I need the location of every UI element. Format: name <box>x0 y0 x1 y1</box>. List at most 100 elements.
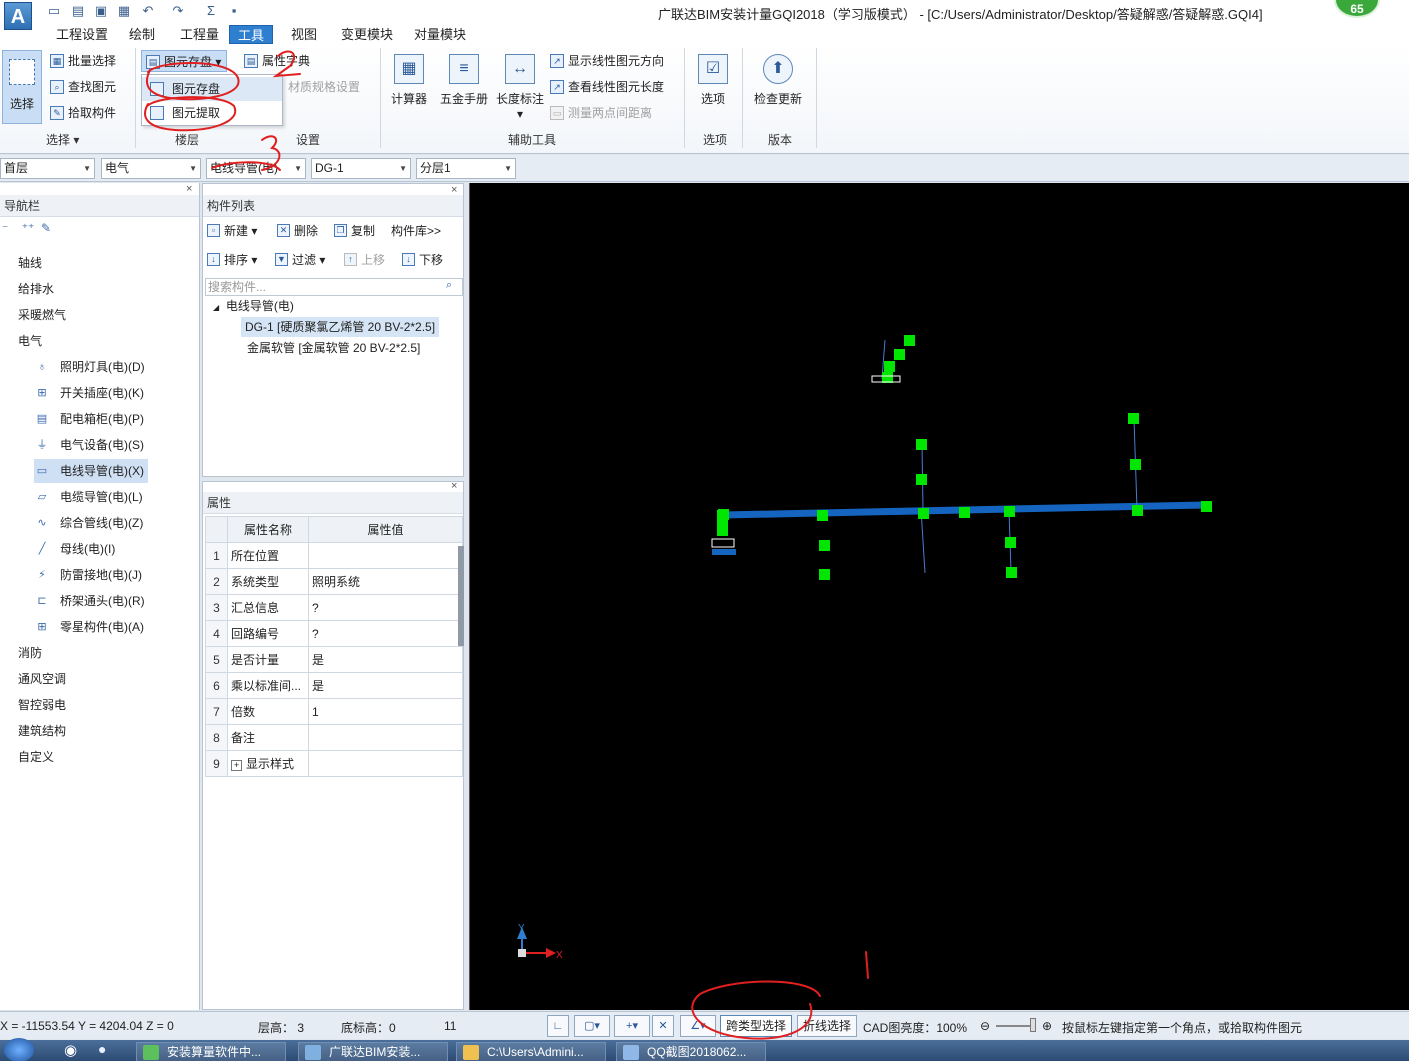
move-up-button[interactable]: ↑ 上移 <box>343 249 385 271</box>
measure-distance-button[interactable]: ▭ 测量两点间距离 <box>548 102 652 124</box>
component-type-select[interactable]: 电线导管(电) ▼ <box>206 158 306 179</box>
nav-item[interactable]: ⊞ 零星构件(电)(A) <box>34 615 148 639</box>
nav-item[interactable]: ╱ 母线(电)(I) <box>34 537 119 561</box>
scrollbar[interactable] <box>458 546 464 646</box>
copy-component-button[interactable]: ❐ 复制 <box>333 220 375 242</box>
nav-category[interactable]: 消防 <box>18 641 42 665</box>
drawing-canvas[interactable]: Y X <box>469 183 1409 1010</box>
sum-icon[interactable]: Σ <box>203 3 219 19</box>
save-as-icon[interactable]: ▣ <box>93 3 109 19</box>
property-row[interactable]: 6 乘以标准间... 是 <box>205 672 463 699</box>
nav-item[interactable]: ∿ 综合管线(电)(Z) <box>34 511 147 535</box>
grip-point[interactable] <box>882 372 893 383</box>
calculator-button[interactable]: ▦ 计算器 <box>388 54 430 107</box>
property-value[interactable]: 1 <box>308 698 463 725</box>
object-snap-icon[interactable]: +▾ <box>614 1015 650 1037</box>
batch-select-button[interactable]: ▦ 批量选择 <box>48 50 116 72</box>
app-logo[interactable]: A <box>4 2 32 30</box>
grip-point[interactable] <box>717 510 728 536</box>
nav-item[interactable]: ⊏ 桥架通头(电)(R) <box>34 589 149 613</box>
property-row[interactable]: 1 所在位置 <box>205 542 463 569</box>
component-select[interactable]: DG-1 ▼ <box>311 158 411 179</box>
grip-point[interactable] <box>959 507 970 518</box>
redo-icon[interactable]: ↷ <box>170 3 186 19</box>
options-button[interactable]: ☑ 选项 <box>692 54 734 107</box>
find-element-button[interactable]: ⌕ 查找图元 <box>48 76 116 98</box>
property-row[interactable]: 2 系统类型 照明系统 <box>205 568 463 595</box>
property-value[interactable]: ? <box>308 594 463 621</box>
nav-category[interactable]: 轴线 <box>18 251 42 275</box>
nav-category[interactable]: 采暖燃气 <box>18 303 66 327</box>
grip-point[interactable] <box>916 439 927 450</box>
save-icon[interactable]: ▪ <box>226 3 242 19</box>
close-icon[interactable]: × <box>186 183 192 195</box>
property-value[interactable]: ? <box>308 620 463 647</box>
grip-point[interactable] <box>884 361 895 372</box>
property-row[interactable]: 4 回路编号? <box>205 620 463 647</box>
grip-point[interactable] <box>817 510 828 521</box>
start-button[interactable] <box>4 1038 34 1061</box>
property-value[interactable]: 是 <box>308 646 463 673</box>
slider-handle[interactable] <box>1030 1018 1036 1032</box>
grip-point[interactable] <box>1132 505 1143 516</box>
cross-type-select-button[interactable]: 跨类型选择 <box>720 1015 793 1037</box>
taskbar-app[interactable]: 安装算量软件中... <box>136 1042 286 1061</box>
bim-icon[interactable]: ▦ <box>116 3 132 19</box>
angle-icon[interactable]: ∠▾ <box>680 1015 716 1037</box>
chat-icon[interactable]: ● <box>98 1041 106 1057</box>
minus-icon[interactable]: ⊖ <box>980 1019 990 1033</box>
snap-icon[interactable]: ▢▾ <box>574 1015 610 1037</box>
sublayer-select[interactable]: 分层1 ▼ <box>416 158 516 179</box>
nav-category[interactable]: 建筑结构 <box>18 719 66 743</box>
grip-point[interactable] <box>1130 459 1141 470</box>
new-component-button[interactable]: ▫ 新建 ▾ <box>206 220 257 242</box>
property-value[interactable] <box>308 724 463 751</box>
nav-item[interactable]: ▱ 电缆导管(电)(L) <box>34 485 147 509</box>
expand-all-icon[interactable]: ⁺⁺ <box>22 221 35 235</box>
hardware-manual-button[interactable]: ≡ 五金手册 <box>438 54 490 107</box>
view-line-length-button[interactable]: ↗ 查看线性图元长度 <box>548 76 664 98</box>
nav-item[interactable]: ▤ 配电箱柜(电)(P) <box>34 407 148 431</box>
grip-point[interactable] <box>894 349 905 360</box>
length-dimension-button[interactable]: ↔ 长度标注 ▾ <box>494 54 546 121</box>
tab-quantities[interactable]: 工程量 <box>172 25 227 44</box>
open-icon[interactable]: ▤ <box>70 3 86 19</box>
grip-point[interactable] <box>904 335 915 346</box>
nav-item[interactable]: ⚡ 防雷接地(电)(J) <box>34 563 146 587</box>
score-badge[interactable]: 65 <box>1334 0 1380 18</box>
nav-item[interactable]: ♁ 照明灯具(电)(D) <box>34 355 149 379</box>
move-down-button[interactable]: ↓ 下移 <box>401 249 443 271</box>
taskbar-app[interactable]: C:\Users\Admini... <box>456 1042 606 1061</box>
component-search-input[interactable]: 搜索构件... <box>205 278 463 296</box>
search-icon[interactable]: ⌕ <box>446 279 452 292</box>
tab-project-settings[interactable]: 工程设置 <box>48 25 116 44</box>
undo-icon[interactable]: ↶ <box>140 3 156 19</box>
property-row[interactable]: 9 + 显示样式 <box>205 750 463 777</box>
tab-view[interactable]: 视图 <box>283 25 325 44</box>
collapse-triangle-icon[interactable]: ◢ <box>213 303 219 312</box>
expand-icon[interactable]: + <box>231 760 242 771</box>
canvas-drawing[interactable]: Y X <box>470 183 1409 1010</box>
plus-icon[interactable]: ⊕ <box>1042 1019 1052 1033</box>
grip-point[interactable] <box>1004 506 1015 517</box>
nav-category[interactable]: 电气 <box>18 329 42 353</box>
discipline-select[interactable]: 电气 ▼ <box>101 158 201 179</box>
property-row[interactable]: 5 是否计量是 <box>205 646 463 673</box>
tab-compare-module[interactable]: 对量模块 <box>406 25 474 44</box>
component-item[interactable]: DG-1 [硬质聚氯乙烯管 20 BV-2*2.5] <box>241 317 440 337</box>
nav-category[interactable]: 通风空调 <box>18 667 66 691</box>
tree-root[interactable]: ◢ 电线导管(电) <box>213 296 294 316</box>
property-value[interactable] <box>308 542 463 569</box>
select-group-label[interactable]: 选择 ▾ <box>46 131 79 148</box>
property-value[interactable]: 是 <box>308 672 463 699</box>
connector-marker[interactable] <box>712 549 736 555</box>
new-file-icon[interactable]: ▭ <box>46 3 62 19</box>
grip-point[interactable] <box>819 540 830 551</box>
cross-icon[interactable]: ✕ <box>652 1015 674 1037</box>
select-button[interactable]: 选择 <box>2 50 42 124</box>
check-update-button[interactable]: ⬆ 检查更新 <box>750 54 806 107</box>
component-item[interactable]: 金属软管 [金属软管 20 BV-2*2.5] <box>247 338 420 358</box>
menu-item-element-save[interactable]: 图元存盘 <box>142 77 282 101</box>
connector-marker[interactable] <box>711 538 735 548</box>
component-library-button[interactable]: 构件库>> <box>373 220 441 242</box>
